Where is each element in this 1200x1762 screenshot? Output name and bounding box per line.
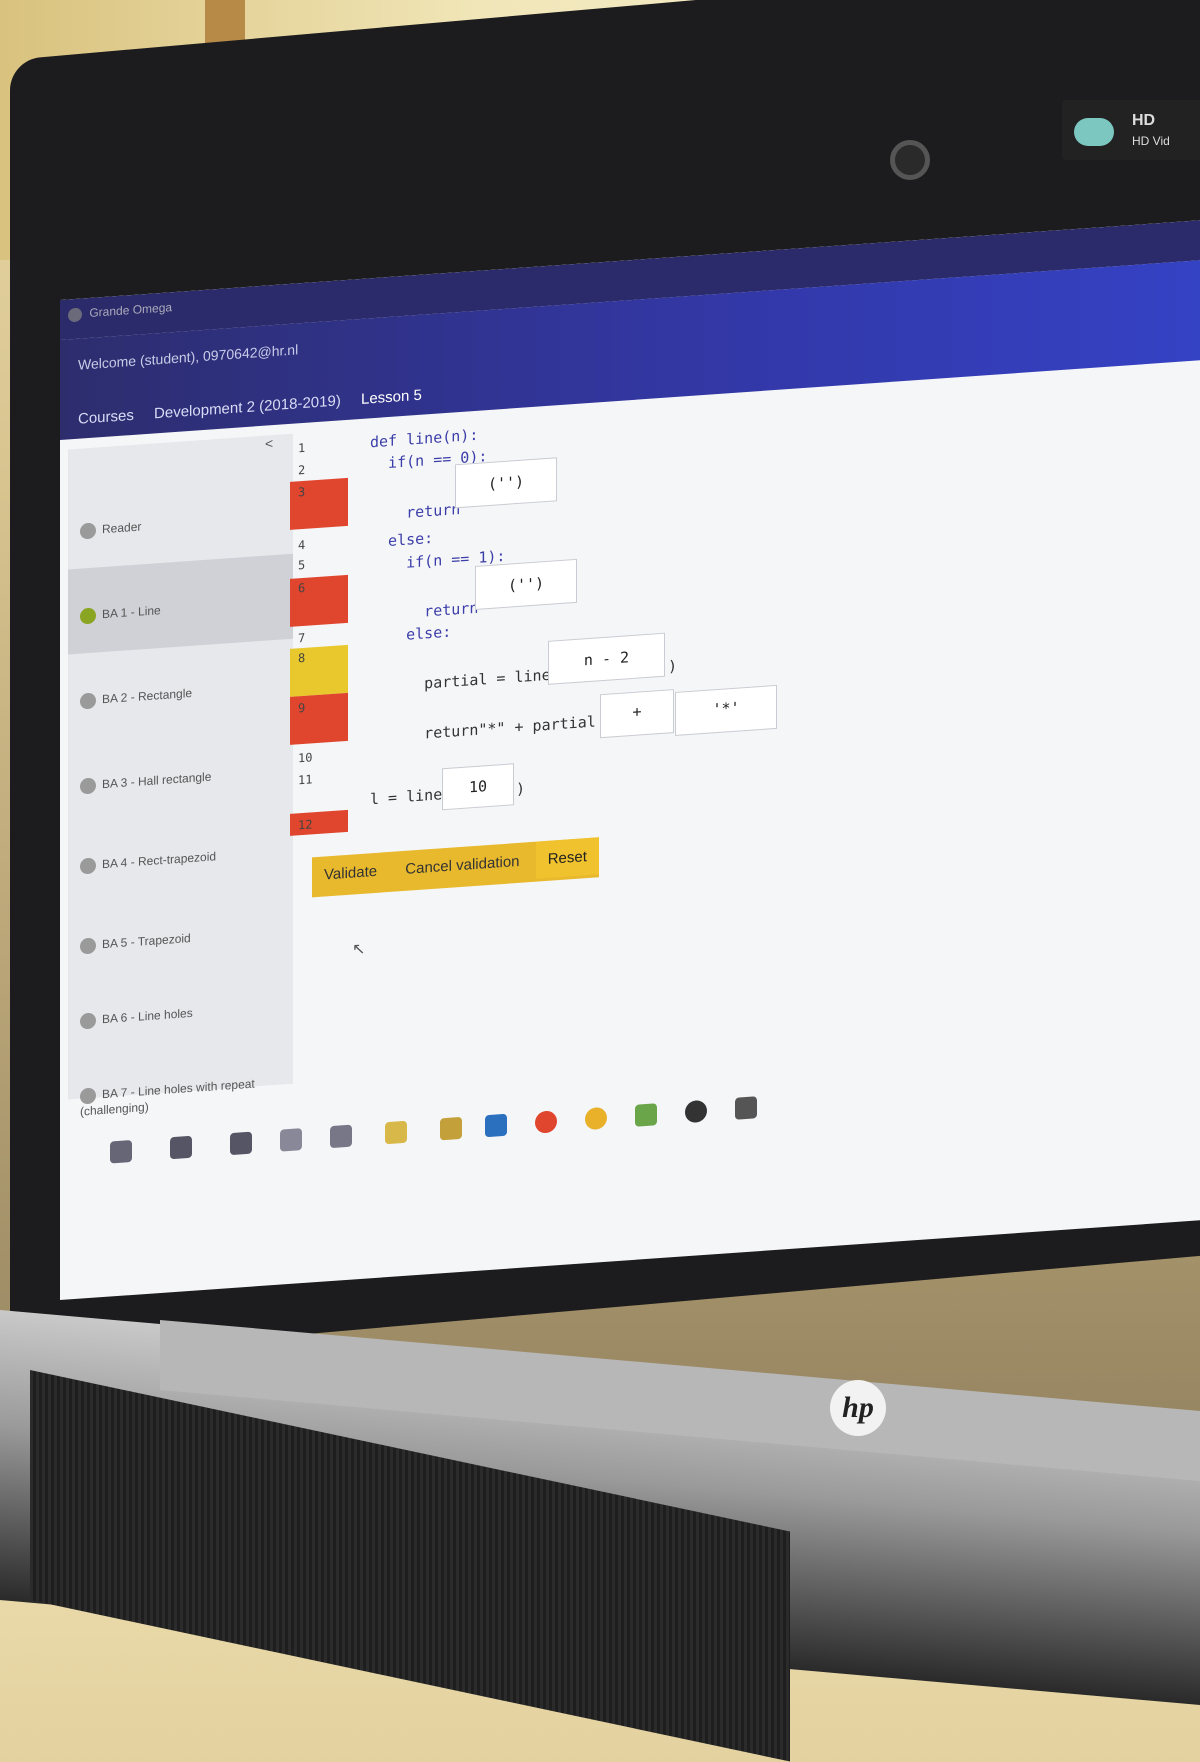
answer-slot[interactable]: n - 2 xyxy=(548,632,665,685)
chevron-left-icon[interactable]: < xyxy=(265,435,273,452)
line-number: 8 xyxy=(298,650,306,666)
sidebar-item-label: Reader xyxy=(102,519,142,537)
validate-button[interactable]: Validate xyxy=(312,852,389,894)
line-number: 6 xyxy=(298,580,306,596)
word-icon[interactable] xyxy=(485,1113,507,1138)
code-line: l = line xyxy=(370,785,443,809)
webcam xyxy=(890,140,930,180)
mouse-cursor-icon: ↖ xyxy=(352,940,366,959)
calendar-icon[interactable] xyxy=(330,1124,352,1149)
app-p-icon[interactable] xyxy=(685,1099,707,1124)
camera-icon xyxy=(1074,118,1114,146)
hp-logo: hp xyxy=(830,1380,886,1436)
line-number: 2 xyxy=(298,462,306,478)
cancel-validation-button[interactable]: Cancel validation xyxy=(393,842,531,889)
line-number: 5 xyxy=(298,557,306,573)
task-view-icon[interactable] xyxy=(230,1131,252,1156)
mail-icon[interactable] xyxy=(280,1128,302,1152)
status-dot-icon xyxy=(80,522,96,540)
screen: Grande Omega Welcome (student), 0970642@… xyxy=(60,220,1200,1300)
code-line: return xyxy=(370,500,461,525)
status-dot-icon xyxy=(80,777,96,795)
close-paren: ) xyxy=(668,656,678,676)
sidebar-item-label: BA 1 - Line xyxy=(102,603,161,622)
python-icon[interactable] xyxy=(440,1116,462,1141)
status-dot-icon xyxy=(80,607,96,625)
close-paren: ) xyxy=(516,779,526,799)
code-line: else: xyxy=(370,528,434,552)
answer-slot[interactable]: '*' xyxy=(675,684,777,736)
validation-toolbar: Validate Cancel validation Reset xyxy=(312,837,599,898)
status-dot-icon xyxy=(80,937,96,955)
code-line: return xyxy=(370,598,479,625)
line-number: 3 xyxy=(298,484,306,500)
code-line: else: xyxy=(370,622,452,647)
app-icon[interactable] xyxy=(535,1110,557,1134)
answer-slot[interactable]: 10 xyxy=(442,763,514,811)
code-line: partial = line xyxy=(370,665,551,697)
notepad-icon[interactable] xyxy=(635,1103,657,1127)
code-line: def line(n): xyxy=(370,425,479,452)
answer-slot[interactable]: ('') xyxy=(475,558,577,610)
line-number: 10 xyxy=(298,750,313,766)
line-gutter: 1 2 3 4 5 6 7 8 9 10 11 12 xyxy=(290,430,350,854)
code-editor: def line(n): if(n == 0): return ('') els… xyxy=(370,393,870,848)
status-dot-icon xyxy=(80,1012,96,1030)
gear-icon[interactable] xyxy=(735,1096,757,1120)
answer-slot[interactable]: + xyxy=(600,689,674,739)
hd-sublabel: HD Vid xyxy=(1132,134,1170,148)
brand-name: Grande Omega xyxy=(89,300,173,320)
chrome-icon[interactable] xyxy=(585,1106,607,1131)
line-number: 9 xyxy=(298,700,306,716)
status-dot-icon xyxy=(80,692,96,710)
line-number: 12 xyxy=(298,817,313,833)
line-number: 11 xyxy=(298,772,313,788)
brand[interactable]: Grande Omega xyxy=(68,300,173,323)
answer-slot[interactable]: ('') xyxy=(455,457,557,509)
status-dot-icon xyxy=(80,1087,96,1105)
line-number: 7 xyxy=(298,630,306,646)
search-icon[interactable] xyxy=(170,1135,192,1160)
line-number: 4 xyxy=(298,537,306,553)
hd-label: HD xyxy=(1132,112,1156,129)
brand-logo-icon xyxy=(68,307,82,323)
line-number: 1 xyxy=(298,440,306,456)
sidebar-active-highlight xyxy=(68,553,293,655)
folder-icon[interactable] xyxy=(385,1120,407,1145)
hd-camera-sticker: HD HD Vid xyxy=(1062,100,1200,160)
status-dot-icon xyxy=(80,857,96,875)
code-line: return"*" + partial xyxy=(370,712,596,747)
reset-button[interactable]: Reset xyxy=(535,837,599,879)
start-icon[interactable] xyxy=(110,1139,132,1164)
